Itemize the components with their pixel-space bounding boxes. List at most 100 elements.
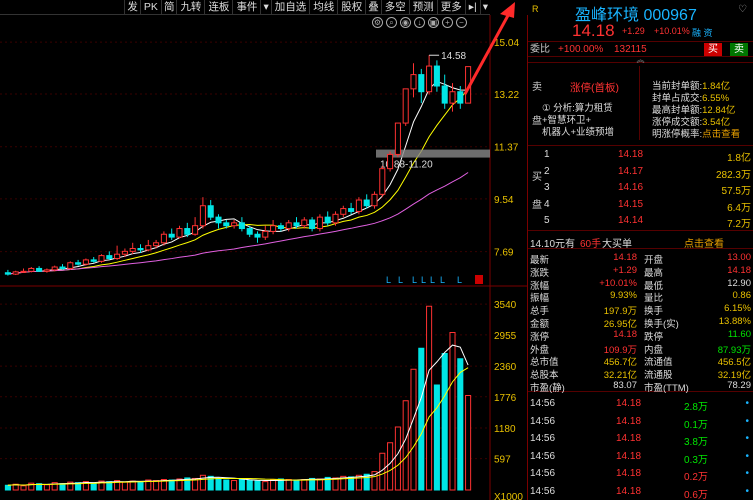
favorite-icon[interactable]: ♡: [738, 4, 747, 15]
candle-body: [394, 122, 401, 155]
volume-bar: [301, 479, 308, 491]
candle-body: [348, 208, 355, 212]
volume-bar: [387, 442, 394, 491]
bid-row[interactable]: 2 14.17 282.3万: [528, 166, 753, 182]
toolbar-button-15[interactable]: ▾: [479, 0, 490, 15]
collapse-toggle[interactable]: ︽: [528, 56, 753, 64]
candle-body: [363, 199, 370, 207]
bid-row[interactable]: 1 14.18 1.8亿: [528, 149, 753, 165]
quote-label: 总市值: [530, 357, 559, 369]
volume-bar: [262, 481, 269, 491]
toolbar-button-12[interactable]: 预测: [408, 0, 437, 15]
tick-row: 14:56 14.18 3.8万 •: [528, 433, 753, 450]
toolbar-button-6[interactable]: ▾: [260, 0, 270, 15]
volume-bar: [238, 479, 245, 491]
volume-bar: [153, 480, 160, 491]
y-tick-label: 9.54: [494, 195, 514, 206]
toolbar-button-2[interactable]: 简: [160, 0, 177, 15]
quote-value: 78.29: [727, 380, 751, 391]
quote-label: 最低: [644, 280, 664, 292]
bid-row[interactable]: 5 14.14 7.2万: [528, 215, 753, 231]
quote-value: +1.29: [612, 264, 637, 276]
candle-body: [285, 222, 292, 230]
candlestick-chart[interactable]: 15.0413.2211.379.547.6910.88-11.2014.58L…: [0, 15, 528, 285]
chart-area[interactable]: 15.04 13.22 11.37 9.54 7.69 10.88-11.20 14.58 L…: [0, 15, 528, 500]
toolbar-button-13[interactable]: 更多: [436, 0, 465, 15]
volume-bar: [137, 481, 144, 491]
toolbar-button-0[interactable]: 发: [124, 0, 140, 15]
bid-volume: 1.8亿: [727, 153, 751, 164]
toolbar-button-1[interactable]: PK: [139, 0, 161, 15]
weibi-label: 委比: [530, 44, 550, 55]
tick-row: 14:56 14.18 0.1万 •: [528, 416, 753, 433]
bid-price: 14.18: [618, 149, 644, 160]
candle-body: [129, 247, 136, 252]
volume-bar: [223, 479, 230, 491]
limit-stat-value[interactable]: 点击查看: [702, 129, 740, 140]
bid-level: 5: [544, 215, 550, 226]
bid-row[interactable]: 4 14.15 6.4万: [528, 199, 753, 215]
quote-grid: 最新 14.18 开盘 13.00 涨跌 +1.29 最高 14.18 涨幅 +10.01% 最低 1…: [528, 250, 753, 394]
toolbar-button-9[interactable]: 股权: [337, 0, 365, 15]
tick-time: 14:56: [530, 485, 556, 497]
volume-bar: [457, 358, 464, 491]
tick-price: 14.18: [616, 485, 642, 497]
bid-row[interactable]: 3 14.16 57.5万: [528, 182, 753, 198]
tick-dot: •: [745, 433, 749, 444]
tick-row: 14:56 14.18 0.2万 •: [528, 468, 753, 485]
volume-bar: [394, 426, 401, 491]
candle-body: [449, 91, 456, 104]
tick-volume: 0.3万: [684, 454, 708, 466]
quote-label: 振幅: [530, 293, 550, 305]
big-order-link[interactable]: 点击查看: [684, 235, 724, 250]
candle-body: [402, 88, 409, 124]
quote-value: 26.95亿: [603, 319, 637, 330]
buy-button[interactable]: 买: [704, 43, 722, 56]
volume-bar: [254, 480, 261, 491]
tick-time: 14:56: [530, 415, 556, 427]
quote-label: 涨幅: [530, 280, 550, 292]
toolbar-button-10[interactable]: 叠: [365, 0, 381, 15]
limit-info: 卖 盘 涨停(首板) ① 分析:算力租赁 +智慧环卫+ 机器人+业绩预增 当前封…: [528, 64, 753, 146]
candle-body: [12, 271, 19, 275]
tick-dot: •: [745, 450, 749, 462]
big-order-bar: 14.10元有 60手 大买单 点击查看: [528, 234, 753, 250]
candle-body: [457, 91, 464, 104]
quote-value: 109.9万: [603, 344, 637, 356]
toolbar-button-7[interactable]: 加自选: [270, 0, 310, 15]
tick-time: 14:56: [530, 468, 556, 479]
bid-price: 14.14: [618, 215, 644, 226]
tick-price: 14.18: [616, 433, 642, 444]
toolbar-button-3[interactable]: 九转: [176, 0, 204, 15]
volume-chart[interactable]: 3540 2955 2360 1776 1180 597 X1000: [0, 285, 528, 500]
tick-price: 14.18: [616, 450, 642, 462]
bid-price: 14.16: [618, 182, 644, 193]
y-tick-label: 11.37: [494, 143, 519, 154]
quote-value: 13.00: [727, 252, 751, 263]
toolbar-button-11[interactable]: 多空: [380, 0, 409, 15]
stock-app: 发 PK 简九转 连板 事件 ▾ 加自选 均线 股权叠多空 预测 更多 ▸| ▾ ⚙ ⌕ ◉ ↓ ▣ +…: [0, 0, 753, 500]
y-tick-label: 2360: [494, 362, 517, 373]
stock-header: R 盈峰环境 000967 14.18 +1.29 +10.01% 融 资 ♡: [528, 0, 753, 42]
candle-body: [332, 213, 339, 224]
toolbar-button-4[interactable]: 连板: [204, 0, 232, 15]
limit-reason-3: 机器人+业绩预增: [542, 127, 615, 138]
tick-volume: 0.2万: [684, 472, 708, 483]
limit-stat-label: 明涨停概率:: [652, 129, 703, 140]
candle-body: [137, 247, 144, 251]
quote-label: 流通值: [644, 357, 673, 369]
quote-label: 总股本: [530, 370, 559, 382]
bid-book: 买 盘 1 14.18 1.8亿 2 14.17 282.3万 3 14.16 57.5万 4 14…: [528, 146, 753, 231]
bid-volume: 57.5万: [721, 186, 751, 197]
toolbar-button-14[interactable]: ▸|: [464, 0, 480, 15]
y-tick-label: 13.22: [494, 90, 519, 101]
volume-bar: [316, 478, 323, 491]
candle-body: [215, 216, 222, 224]
stock-pct: +10.01%: [654, 26, 690, 36]
toolbar-button-5[interactable]: 事件: [232, 0, 260, 15]
toolbar-button-8[interactable]: 均线: [309, 0, 337, 15]
quote-value: 12.90: [727, 277, 751, 289]
candle-body: [4, 272, 11, 275]
candle-body: [465, 66, 472, 104]
sell-button[interactable]: 卖: [730, 43, 748, 56]
